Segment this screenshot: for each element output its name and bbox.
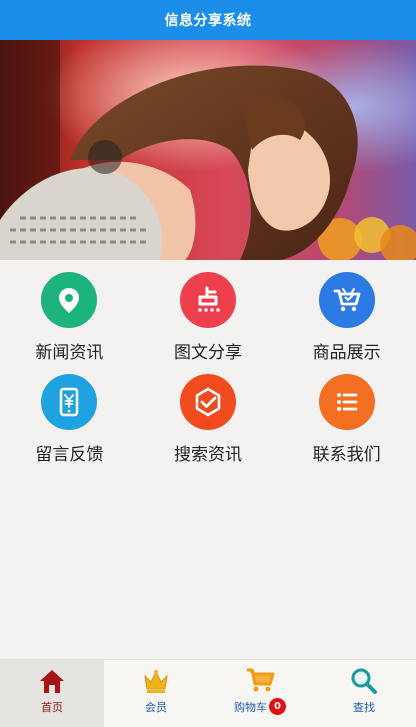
home-icon (40, 670, 64, 693)
banner-photo (0, 40, 416, 260)
tab-home[interactable]: 首页 (0, 660, 104, 727)
banner-image[interactable] (0, 40, 416, 260)
grid-item-feedback[interactable]: 留言反馈 (0, 372, 139, 468)
grid-item-contact[interactable]: 联系我们 (277, 372, 416, 468)
news-circle (41, 272, 98, 328)
contact-circle (318, 374, 375, 430)
tab-label: 首页 (41, 701, 63, 714)
grid-item-products[interactable]: 商品展示 (277, 270, 416, 366)
image-share-circle (179, 272, 236, 328)
location-pin-icon (59, 288, 80, 313)
tab-search[interactable]: 查找 (312, 660, 416, 727)
cart-count-badge: 0 (269, 698, 286, 715)
products-circle (318, 272, 375, 328)
cart-icon (247, 668, 275, 692)
grid-item-label: 图文分享 (173, 343, 242, 363)
tab-cart[interactable]: 购物车 0 (208, 660, 312, 727)
search-icon (351, 668, 377, 694)
tab-label: 会员 (145, 701, 167, 714)
page-title: 信息分享系统 (164, 13, 252, 29)
tab-label: 查找 (353, 701, 375, 714)
app-header: 信息分享系统 (0, 0, 416, 40)
grid-item-news[interactable]: 新闻资讯 (0, 270, 139, 366)
bottom-tab-bar: 首页 会员 购物车 0 查找 (0, 659, 416, 727)
crown-icon (144, 670, 168, 693)
tab-label: 购物车 (234, 700, 267, 714)
grid-item-search[interactable]: 搜索资讯 (139, 372, 278, 468)
shopping-cart-icon (333, 288, 361, 312)
search-circle (179, 374, 236, 430)
tab-member[interactable]: 会员 (104, 660, 208, 727)
grid-item-label: 新闻资讯 (35, 343, 104, 363)
list-icon (336, 393, 358, 411)
phone-yen-icon (60, 387, 79, 417)
grid-item-label: 搜索资讯 (173, 445, 242, 465)
grid-item-label: 商品展示 (312, 343, 381, 363)
feedback-circle (41, 374, 98, 430)
cart-label-row: 购物车 0 (234, 698, 286, 715)
feature-grid: 新闻资讯 图文分享 商品展示 留言反馈 搜索资讯 联系我们 (0, 270, 416, 468)
grid-item-label: 留言反馈 (35, 445, 104, 465)
check-hexagon-icon (195, 387, 221, 417)
grid-item-image-share[interactable]: 图文分享 (139, 270, 278, 366)
grid-item-label: 联系我们 (312, 445, 381, 465)
dot-text-icon (198, 286, 220, 312)
